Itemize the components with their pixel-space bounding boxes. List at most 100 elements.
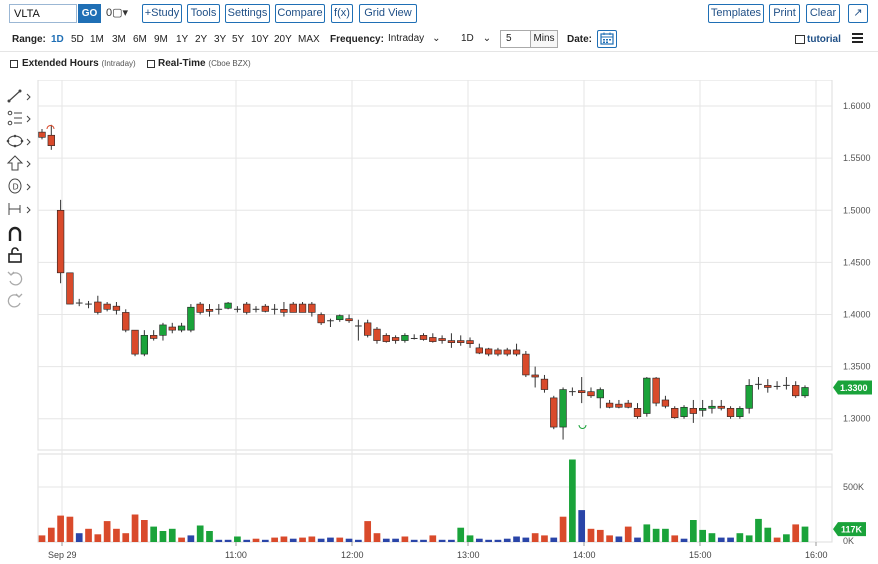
- clear-button[interactable]: Clear: [806, 4, 840, 23]
- volume-bar: [159, 531, 167, 542]
- x-tick-label: 11:00: [225, 550, 247, 560]
- range-5y[interactable]: 5Y: [232, 34, 244, 45]
- go-button[interactable]: GO: [78, 4, 101, 23]
- range-5d[interactable]: 5D: [71, 34, 84, 45]
- volume-bar: [624, 526, 632, 542]
- volume-bar: [336, 537, 344, 542]
- volume-bar: [57, 515, 64, 542]
- range-max[interactable]: MAX: [298, 34, 320, 45]
- volume-bar: [587, 528, 595, 542]
- volume-bar: [550, 537, 558, 542]
- candle-body: [345, 318, 353, 322]
- chart-type-dropdown-icon[interactable]: 0▢▾: [106, 6, 128, 19]
- volume-bar: [47, 527, 55, 542]
- candle-body: [336, 315, 344, 321]
- range-1m[interactable]: 1M: [90, 34, 104, 45]
- interval-select[interactable]: 1D ⌄: [461, 31, 493, 49]
- settings-button[interactable]: Settings: [225, 4, 270, 23]
- candle-body: [643, 377, 651, 414]
- candle-body: [391, 337, 400, 341]
- candle-body: [680, 406, 688, 417]
- range-6m[interactable]: 6M: [133, 34, 147, 45]
- frequency-select[interactable]: Intraday ⌄: [388, 31, 446, 49]
- candle-body: [717, 405, 725, 409]
- realtime-checkbox[interactable]: [147, 60, 155, 68]
- popout-icon[interactable]: ↗: [848, 4, 868, 23]
- candle-body: [429, 337, 437, 342]
- low-marker: [578, 424, 587, 429]
- y-tick-label: 1.6000: [843, 101, 871, 111]
- volume-bar: [541, 535, 548, 542]
- y-tick-label: 1.3000: [843, 414, 871, 424]
- y-tick-label: 1.3500: [843, 362, 871, 372]
- candle-body: [196, 303, 204, 313]
- volume-bar: [615, 536, 623, 542]
- candle-body: [373, 328, 381, 341]
- study-button[interactable]: +Study: [142, 4, 182, 23]
- candle-body: [661, 399, 670, 407]
- volume-bar: [783, 534, 790, 542]
- volume-bar: [280, 536, 288, 542]
- volume-bar: [113, 528, 120, 542]
- tools-button[interactable]: Tools: [187, 4, 220, 23]
- templates-button[interactable]: Templates: [708, 4, 764, 23]
- frequency-label: Frequency:: [330, 34, 384, 45]
- range-20y[interactable]: 20Y: [274, 34, 292, 45]
- volume-bar: [438, 539, 446, 542]
- volume-bar: [38, 535, 46, 542]
- tutorial-link[interactable]: tutorial: [807, 34, 841, 45]
- volume-bar: [717, 537, 725, 542]
- candle-body: [317, 314, 325, 324]
- candle-body: [698, 408, 707, 411]
- volume-bar: [708, 533, 716, 542]
- compare-button[interactable]: Compare: [275, 4, 325, 23]
- volume-bar: [755, 518, 762, 542]
- volume-bar: [103, 521, 111, 542]
- candle-body: [419, 335, 428, 340]
- chart-area[interactable]: 1.6000 1.5500 1.5000 1.4500 1.4000 1.3500 1.30…: [0, 79, 878, 564]
- last-price-label: 1.3300: [840, 383, 868, 393]
- fx-button[interactable]: f(x): [331, 4, 353, 23]
- volume-bar: [392, 538, 399, 542]
- volume-bar: [261, 539, 269, 542]
- extended-hours-label[interactable]: Extended Hours (Intraday): [22, 58, 136, 69]
- tutorial-icon[interactable]: [795, 35, 805, 44]
- range-9m[interactable]: 9M: [154, 34, 168, 45]
- volume-bar: [94, 534, 102, 542]
- volume-bar: [131, 514, 139, 542]
- price-chart[interactable]: 1.6000 1.5500 1.5000 1.4500 1.4000 1.3500 1.30…: [0, 79, 878, 564]
- range-2y[interactable]: 2Y: [195, 34, 207, 45]
- range-1y[interactable]: 1Y: [176, 34, 188, 45]
- volume-pane-frame: [37, 453, 833, 543]
- volume-bar: [429, 535, 437, 542]
- volume-bar: [531, 533, 539, 542]
- range-1d[interactable]: 1D: [51, 34, 64, 45]
- range-3y[interactable]: 3Y: [214, 34, 226, 45]
- last-volume-label: 117K: [841, 525, 863, 535]
- symbol-input[interactable]: [9, 4, 77, 23]
- volume-bar: [801, 526, 809, 542]
- y-tick-label: 1.5000: [843, 205, 871, 215]
- extended-hours-checkbox[interactable]: [10, 60, 18, 68]
- realtime-label[interactable]: Real-Time (Cboe BZX): [158, 58, 251, 69]
- menu-icon[interactable]: [852, 33, 863, 43]
- volume-bar: [178, 537, 185, 542]
- volume-bar: [569, 459, 576, 542]
- candle-body: [47, 134, 55, 146]
- range-10y[interactable]: 10Y: [251, 34, 269, 45]
- volume-bar: [689, 520, 697, 542]
- candle-body: [764, 385, 772, 388]
- range-3m[interactable]: 3M: [112, 34, 126, 45]
- candle-body: [112, 305, 121, 311]
- candle-body: [559, 389, 567, 428]
- volume-bar: [410, 539, 418, 542]
- calendar-icon[interactable]: [597, 30, 617, 48]
- print-button[interactable]: Print: [769, 4, 800, 23]
- volume-bar: [122, 533, 130, 542]
- candle-body: [243, 303, 251, 313]
- grid-view-button[interactable]: Grid View: [359, 4, 417, 23]
- mins-input[interactable]: 5: [500, 30, 531, 48]
- candle-body: [475, 347, 483, 354]
- volume-bar: [522, 537, 530, 542]
- volume-bar: [680, 538, 688, 542]
